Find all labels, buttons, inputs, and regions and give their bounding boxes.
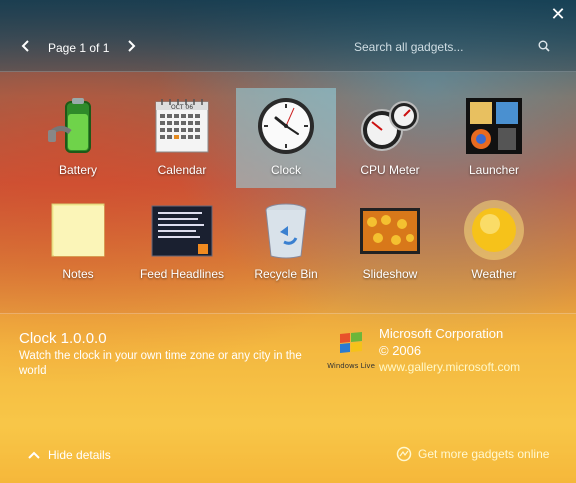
prev-page-button[interactable]	[18, 40, 34, 56]
feed-headlines-icon	[151, 205, 213, 257]
get-more-gadgets-label: Get more gadgets online	[418, 447, 550, 461]
chevron-left-icon	[21, 40, 29, 52]
chevron-right-icon	[128, 40, 136, 52]
gadget-tile-notes[interactable]: Notes	[28, 192, 128, 292]
windows-live-logo: Windows Live	[327, 332, 375, 370]
gadget-tile-cpu-meter[interactable]: CPU Meter	[340, 88, 440, 188]
gadget-gallery-window: ✕ Page 1 of 1 Battery	[0, 0, 576, 483]
weather-icon	[464, 200, 524, 260]
page-indicator: Page 1 of 1	[48, 41, 110, 55]
search-icon[interactable]	[538, 40, 550, 52]
publisher-name: Microsoft Corporation	[379, 326, 504, 341]
gadget-label: Weather	[471, 267, 517, 281]
logo-caption: Windows Live	[327, 362, 375, 370]
search-box	[350, 36, 556, 58]
page-navigation: Page 1 of 1	[18, 40, 139, 56]
gadget-label: Clock	[270, 163, 301, 177]
gadget-tile-slideshow[interactable]: Slideshow	[340, 192, 440, 292]
gadget-tile-recycle-bin[interactable]: Recycle Bin	[236, 192, 336, 292]
globe-icon	[396, 446, 412, 462]
gadget-tile-weather[interactable]: Weather	[444, 192, 544, 292]
close-icon: ✕	[550, 4, 566, 24]
chevron-up-icon	[28, 451, 40, 459]
hide-details-button[interactable]: Hide details	[28, 448, 111, 462]
gadget-title: Clock 1.0.0.0	[19, 330, 107, 347]
cpu-meter-icon	[361, 101, 419, 151]
publisher-website-link[interactable]: www.gallery.microsoft.com	[379, 359, 520, 376]
get-more-gadgets-link[interactable]: Get more gadgets online	[396, 446, 549, 462]
gadget-tile-feed-headlines[interactable]: Feed Headlines	[132, 192, 232, 292]
close-button[interactable]: ✕	[550, 4, 566, 24]
gadget-label: Recycle Bin	[254, 267, 318, 281]
gadget-label: Battery	[58, 163, 97, 177]
gadget-tile-clock[interactable]: Clock	[236, 88, 336, 188]
gadget-label: CPU Meter	[360, 163, 420, 177]
gadget-label: Calendar	[157, 163, 207, 177]
copyright-text: © 2006	[379, 343, 422, 358]
next-page-button[interactable]	[123, 40, 139, 56]
gadget-label: Slideshow	[362, 267, 418, 281]
slideshow-icon	[360, 208, 420, 254]
launcher-icon	[466, 98, 522, 154]
gadget-tile-launcher[interactable]: Launcher	[444, 88, 544, 188]
notes-icon	[51, 203, 105, 257]
battery-icon	[48, 98, 91, 153]
gadget-tile-battery[interactable]: Battery	[28, 88, 128, 188]
hide-details-label: Hide details	[48, 448, 111, 462]
publisher-info: Microsoft Corporation © 2006 www.gallery…	[379, 325, 520, 376]
calendar-icon: OCT 06	[155, 99, 209, 153]
search-input[interactable]	[350, 36, 538, 58]
recycle-bin-icon	[265, 203, 307, 259]
gadget-label: Feed Headlines	[139, 267, 225, 281]
gadget-label: Notes	[62, 267, 94, 281]
toolbar-divider	[0, 71, 576, 72]
calendar-month-text: OCT 06	[171, 104, 193, 111]
gadget-description: Watch the clock in your own time zone or…	[19, 350, 302, 377]
gadget-tile-calendar[interactable]: OCT 06 Calendar	[132, 88, 232, 188]
gadget-label: Launcher	[468, 163, 520, 177]
clock-icon	[258, 98, 314, 154]
